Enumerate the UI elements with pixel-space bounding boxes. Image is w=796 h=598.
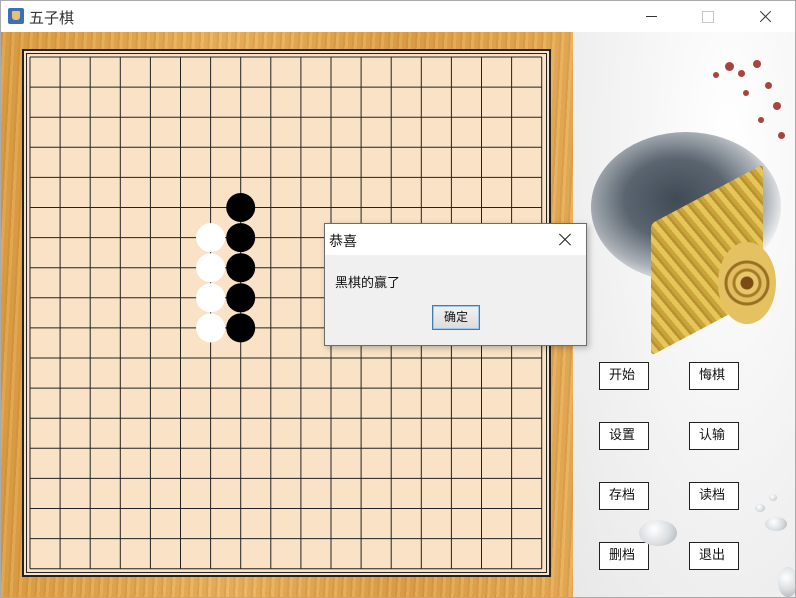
window-title: 五子棋 [29, 9, 75, 27]
white-stone [196, 313, 226, 343]
water-drop-decoration [755, 504, 765, 512]
plum-blossom-decoration [738, 70, 745, 77]
black-stone [226, 313, 256, 343]
plum-blossom-decoration [725, 62, 734, 71]
undo-button[interactable]: 悔棋 [689, 362, 739, 390]
delete-save-button[interactable]: 删档 [599, 542, 649, 570]
plum-blossom-decoration [713, 72, 719, 78]
plum-blossom-decoration [758, 117, 764, 123]
white-stone [196, 283, 226, 313]
start-button[interactable]: 开始 [599, 362, 649, 390]
dialog-message: 黑棋的赢了 [335, 276, 401, 291]
black-stone [226, 283, 256, 313]
black-stone [226, 223, 256, 253]
water-drop-decoration [778, 567, 795, 597]
black-stone [226, 193, 256, 222]
win-dialog: 恭喜 黑棋的赢了 确定 [324, 223, 587, 346]
water-drop-decoration [765, 517, 787, 531]
resign-button[interactable]: 认输 [689, 422, 739, 450]
side-panel: 开始 悔棋 设置 认输 存档 读档 删档 退出 [573, 32, 795, 597]
exit-button[interactable]: 退出 [689, 542, 739, 570]
title-bar[interactable]: 五子棋 [1, 1, 795, 32]
plum-blossom-decoration [743, 90, 749, 96]
black-stone [226, 253, 256, 283]
water-drop-decoration [639, 520, 677, 546]
ok-button[interactable]: 确定 [432, 305, 480, 330]
plum-blossom-decoration [773, 102, 781, 110]
maximize-button[interactable] [684, 1, 730, 32]
plum-blossom-decoration [778, 132, 785, 139]
dialog-title-bar[interactable]: 恭喜 [325, 224, 586, 255]
scroll-roll-decoration [718, 242, 776, 324]
close-window-button[interactable] [742, 1, 788, 32]
white-stone [196, 253, 226, 283]
load-button[interactable]: 读档 [689, 482, 739, 510]
water-drop-decoration [769, 494, 777, 501]
plum-blossom-decoration [753, 60, 761, 68]
settings-button[interactable]: 设置 [599, 422, 649, 450]
app-window: 五子棋 开始 悔棋 设置 认输 存档 读档 删档 退出 恭喜 黑棋的赢了 确定 [0, 0, 796, 598]
white-stone [196, 223, 226, 253]
dialog-close-icon[interactable] [553, 229, 577, 251]
java-app-icon [8, 8, 24, 24]
dialog-title: 恭喜 [329, 234, 357, 250]
plum-blossom-decoration [765, 82, 772, 89]
minimize-button[interactable] [628, 1, 674, 32]
save-button[interactable]: 存档 [599, 482, 649, 510]
